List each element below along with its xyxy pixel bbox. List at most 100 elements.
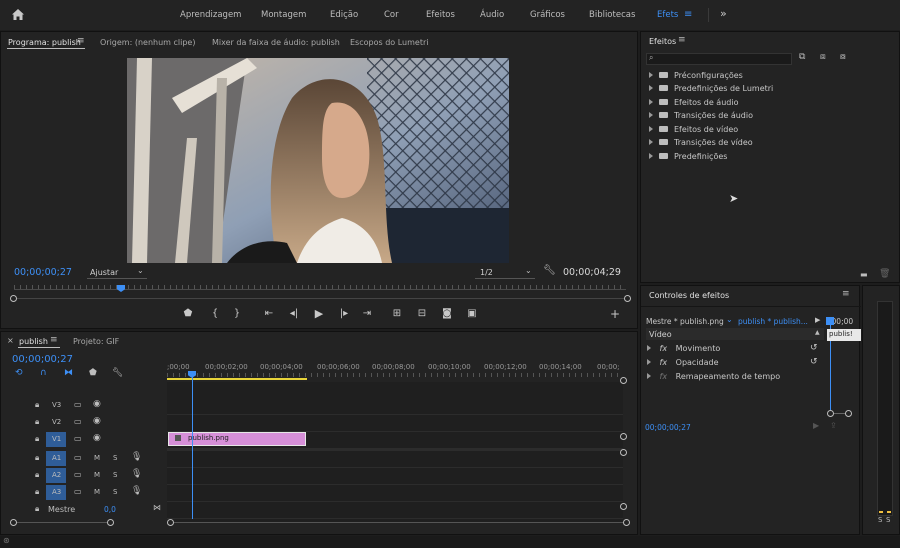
lock-icon[interactable]: 🔒︎ bbox=[35, 434, 39, 444]
program-scrub-bar[interactable] bbox=[14, 285, 626, 295]
sync-lock-icon[interactable]: ▭ bbox=[74, 400, 82, 409]
zoom-knob-left[interactable] bbox=[10, 295, 17, 302]
vscroll-knob-bottom[interactable] bbox=[620, 503, 627, 510]
timeline-hscroll[interactable] bbox=[174, 522, 623, 523]
solo-button[interactable]: S bbox=[113, 454, 117, 462]
solo-right-button[interactable]: S bbox=[886, 516, 890, 524]
step-forward-icon[interactable]: |▸ bbox=[337, 308, 351, 319]
sync-lock-icon[interactable]: ▭ bbox=[74, 470, 82, 479]
zoom-knob-left[interactable] bbox=[827, 410, 834, 417]
sync-lock-icon[interactable]: ▭ bbox=[74, 434, 82, 443]
wrench-icon[interactable]: 🔧︎ bbox=[543, 265, 556, 276]
microphone-icon[interactable]: 🎙︎ bbox=[131, 486, 142, 496]
effects-folder-item[interactable]: Predefinições de Lumetri bbox=[649, 84, 773, 97]
vscroll-knob-low[interactable] bbox=[620, 449, 627, 456]
vscroll-knob-mid[interactable] bbox=[620, 433, 627, 440]
eye-icon[interactable]: ◉ bbox=[93, 416, 101, 426]
status-icon[interactable]: ⊛ bbox=[3, 536, 10, 545]
workspace-montagem[interactable]: Montagem bbox=[261, 10, 306, 20]
go-to-in-icon[interactable]: ⇤ bbox=[262, 308, 276, 319]
panel-menu-icon[interactable]: ≡ bbox=[842, 289, 850, 299]
tab-source[interactable]: Origem: (nenhum clipe) bbox=[100, 38, 195, 47]
reset-icon[interactable]: ↺ bbox=[810, 343, 818, 353]
sync-lock-icon[interactable]: ▭ bbox=[74, 417, 82, 426]
track-header-scroll[interactable] bbox=[17, 522, 107, 523]
timeline-clip[interactable]: publish.png bbox=[168, 432, 306, 446]
mark-in-icon[interactable]: { bbox=[208, 308, 222, 319]
solo-left-button[interactable]: S bbox=[878, 516, 882, 524]
panel-menu-icon[interactable]: ≡ bbox=[50, 335, 58, 345]
program-video-frame[interactable] bbox=[127, 58, 509, 263]
lane-v3[interactable] bbox=[167, 398, 623, 415]
add-button-icon[interactable]: + bbox=[608, 307, 622, 321]
lane-master[interactable] bbox=[167, 502, 623, 519]
lock-icon[interactable]: 🔒︎ bbox=[35, 470, 39, 480]
sync-lock-icon[interactable]: ▭ bbox=[74, 487, 82, 496]
chevron-down-icon[interactable]: ⌄ bbox=[726, 315, 733, 324]
tab-audio-mixer[interactable]: Mixer da faixa de áudio: publish bbox=[212, 38, 340, 47]
panel-menu-icon[interactable]: ≡ bbox=[77, 36, 85, 46]
master-value[interactable]: 0,0 bbox=[104, 505, 116, 514]
timeline-zoom-left[interactable] bbox=[167, 519, 174, 526]
new-folder-icon[interactable]: ▬ bbox=[860, 270, 868, 279]
lift-icon[interactable]: ⊞ bbox=[390, 308, 404, 319]
chevron-double-right-icon[interactable]: » bbox=[720, 7, 727, 20]
lock-icon[interactable]: 🔒︎ bbox=[35, 417, 39, 427]
lock-icon[interactable]: 🔒︎ bbox=[35, 504, 39, 514]
workspace-menu-icon[interactable]: ≡ bbox=[684, 9, 692, 20]
hscroll-knob-mid[interactable] bbox=[107, 519, 114, 526]
microphone-icon[interactable]: 🎙︎ bbox=[131, 452, 142, 462]
step-back-icon[interactable]: ◂| bbox=[287, 308, 301, 319]
effect-row-time-remap[interactable]: fx Remapeamento de tempo bbox=[647, 372, 825, 385]
effects-panel-title[interactable]: Efeitos bbox=[649, 37, 676, 46]
close-icon[interactable]: × bbox=[7, 336, 14, 345]
lock-icon[interactable]: 🔒︎ bbox=[35, 400, 39, 410]
microphone-icon[interactable]: 🎙︎ bbox=[131, 469, 142, 479]
workspace-efets[interactable]: Efets bbox=[657, 10, 678, 20]
camera-icon[interactable]: ◙ bbox=[440, 308, 454, 319]
effect-controls-title[interactable]: Controles de efeitos bbox=[649, 291, 729, 300]
track-label-a3[interactable]: A3 bbox=[52, 488, 61, 496]
effects-folder-item[interactable]: Efeitos de vídeo bbox=[649, 125, 738, 138]
go-to-edge-icon[interactable]: ⋈ bbox=[153, 503, 161, 512]
zoom-knob-right[interactable] bbox=[624, 295, 631, 302]
sync-lock-icon[interactable]: ▭ bbox=[74, 453, 82, 462]
filter-icon[interactable]: ▶︎ bbox=[813, 421, 819, 430]
effects-folder-item[interactable]: Predefinições bbox=[649, 152, 727, 165]
zoom-knob-right[interactable] bbox=[845, 410, 852, 417]
tab-project[interactable]: Projeto: GIF bbox=[73, 337, 119, 346]
32bit-effects-icon[interactable]: ⧈ bbox=[820, 52, 826, 62]
effects-folder-item[interactable]: Transições de vídeo bbox=[649, 138, 753, 151]
effect-row-opacity[interactable]: fx Opacidade ↺ bbox=[647, 357, 825, 371]
trash-icon[interactable]: 🗑︎ bbox=[879, 269, 890, 279]
play-icon[interactable]: ▶ bbox=[312, 307, 326, 320]
export-icon[interactable]: ⇪ bbox=[830, 421, 837, 430]
mute-button[interactable]: M bbox=[94, 471, 100, 479]
track-label-a1[interactable]: A1 bbox=[52, 454, 61, 462]
yuv-effects-icon[interactable]: ⧇ bbox=[840, 52, 846, 62]
home-icon[interactable] bbox=[11, 8, 25, 21]
zoom-range[interactable] bbox=[17, 298, 624, 299]
effects-search-input[interactable]: ⌕ bbox=[646, 53, 792, 65]
chevron-down-icon[interactable]: ⌄ bbox=[137, 266, 144, 275]
effect-timecode-bottom[interactable]: 00;00;00;27 bbox=[645, 423, 691, 432]
nest-icon[interactable]: ⟲ bbox=[15, 368, 23, 378]
solo-button[interactable]: S bbox=[113, 488, 117, 496]
effect-clip-select[interactable]: publish * publish... bbox=[738, 317, 808, 326]
mute-button[interactable]: M bbox=[94, 488, 100, 496]
snap-icon[interactable]: ∩ bbox=[40, 368, 47, 378]
vscroll-knob-top[interactable] bbox=[620, 377, 627, 384]
linked-selection-icon[interactable]: ⧓ bbox=[64, 368, 73, 378]
workspace-aprendizagem[interactable]: Aprendizagem bbox=[180, 10, 241, 20]
solo-button[interactable]: S bbox=[113, 471, 117, 479]
timeline-zoom-right[interactable] bbox=[623, 519, 630, 526]
effects-folder-item[interactable]: Transições de áudio bbox=[649, 111, 753, 124]
play-icon[interactable]: ▶ bbox=[815, 316, 820, 324]
track-label-a2[interactable]: A2 bbox=[52, 471, 61, 479]
wrench-icon[interactable]: 🔧︎ bbox=[112, 368, 123, 378]
lane-a1[interactable] bbox=[167, 451, 623, 468]
workspace-graficos[interactable]: Gráficos bbox=[530, 10, 565, 20]
eye-icon[interactable]: ◉ bbox=[93, 399, 101, 409]
lane-a2[interactable] bbox=[167, 468, 623, 485]
program-timecode-current[interactable]: 00;00;00;27 bbox=[14, 267, 72, 278]
